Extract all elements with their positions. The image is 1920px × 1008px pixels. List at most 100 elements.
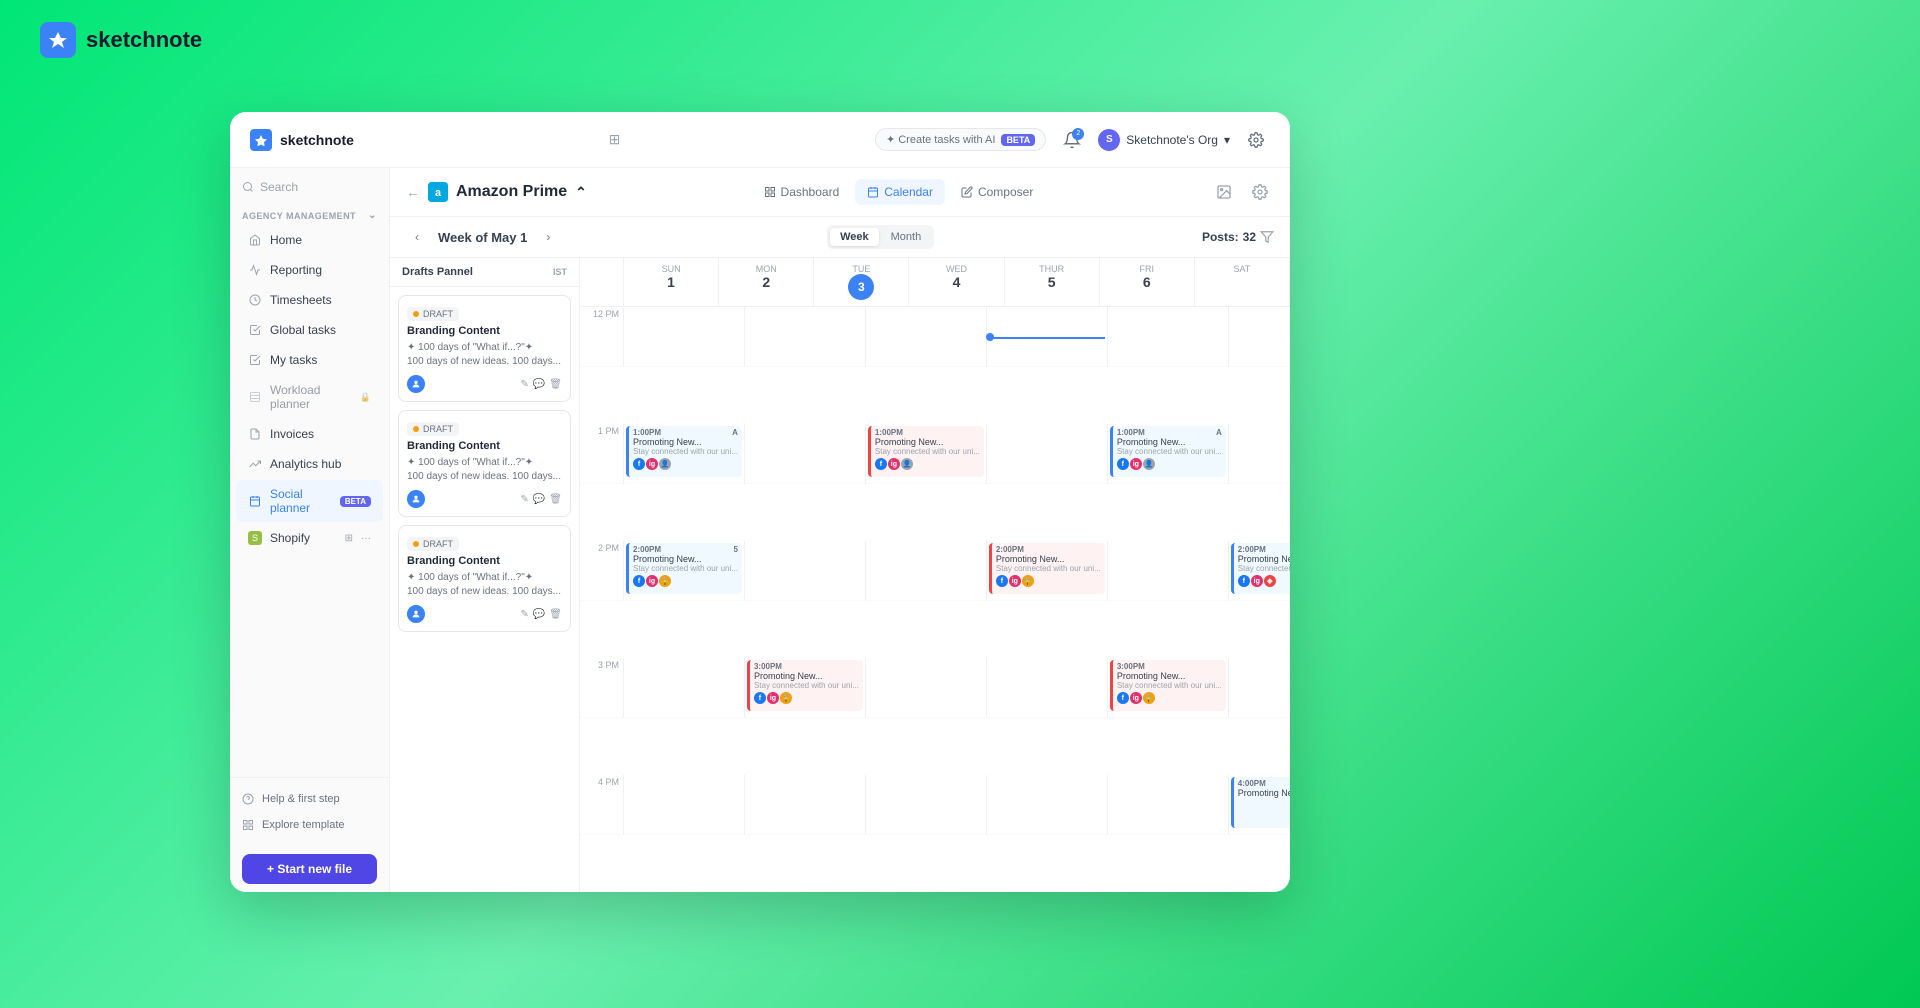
cal-cell-thu-12pm[interactable] [1108, 307, 1229, 367]
event-desc: Stay connected with our uni... [633, 564, 738, 573]
sidebar-item-social-planner[interactable]: Social planner BETA [236, 480, 383, 522]
edit-icon[interactable]: ✎ [520, 379, 528, 390]
cal-cell-fri-4pm[interactable]: 4:00PM A Promoting New... [1229, 775, 1290, 835]
cal-cell-wed-3pm[interactable] [987, 658, 1108, 718]
cal-cell-mon-3pm[interactable]: 3:00PM Promoting New... Stay connected w… [745, 658, 866, 718]
tab-dashboard[interactable]: Dashboard [752, 179, 852, 205]
settings2-icon-btn[interactable] [1246, 178, 1274, 206]
time-slot-1pm: 1 PM [580, 424, 624, 484]
sidebar-item-timesheets[interactable]: Timesheets [236, 286, 383, 314]
cal-cell-mon-1pm[interactable] [745, 424, 866, 484]
sidebar-item-analytics[interactable]: Analytics hub [236, 450, 383, 478]
cal-cell-fri-2pm[interactable]: 2:00PM A Promoting New... Stay connected… [1229, 541, 1290, 601]
edit-icon[interactable]: ✎ [520, 494, 528, 505]
person-avatar: 👤 [659, 458, 671, 470]
cal-event-sun-1pm[interactable]: 1:00PM A Promoting New... Stay connected… [626, 426, 742, 477]
calendar-area: Drafts Pannel IST DRAFT Branding Content… [390, 258, 1290, 892]
social-planner-icon [248, 494, 262, 508]
month-view-button[interactable]: Month [881, 228, 932, 246]
workload-icon [248, 390, 262, 404]
sidebar-item-shopify[interactable]: S Shopify ⊞ ··· [236, 524, 383, 552]
cal-cell-mon-2pm[interactable] [745, 541, 866, 601]
photo-icon-btn[interactable] [1210, 178, 1238, 206]
sidebar: Search AGENCY MANAGEMENT ⌄ Home [230, 168, 390, 892]
start-new-file-button[interactable]: + Start new file [242, 854, 377, 884]
cal-cell-fri-3pm[interactable] [1229, 658, 1290, 718]
cal-event-thu-1pm[interactable]: 1:00PM A Promoting New... Stay connected… [1110, 426, 1226, 477]
edit-icon[interactable]: ✎ [520, 609, 528, 620]
cal-cell-thu-1pm[interactable]: 1:00PM A Promoting New... Stay connected… [1108, 424, 1229, 484]
cal-event-mon-3pm[interactable]: 3:00PM Promoting New... Stay connected w… [747, 660, 863, 711]
cal-cell-fri-1pm[interactable] [1229, 424, 1290, 484]
channel-selector[interactable]: ← a Amazon Prime ⌃ [406, 182, 587, 202]
sidebar-item-global-tasks[interactable]: Global tasks [236, 316, 383, 344]
event-time: 2:00PM [996, 545, 1101, 554]
sidebar-item-invoices[interactable]: Invoices [236, 420, 383, 448]
event-desc: Stay connected with our uni... [1117, 681, 1222, 690]
cal-cell-mon-4pm[interactable] [745, 775, 866, 835]
search-button[interactable]: Search [230, 168, 389, 202]
org-name: Sketchnote's Org [1126, 133, 1218, 147]
cal-cell-fri-12pm[interactable] [1229, 307, 1290, 367]
comment-icon[interactable]: 💬 [533, 494, 545, 505]
delete-icon[interactable]: 🗑 [549, 494, 562, 505]
cal-cell-sun-1pm[interactable]: 1:00PM A Promoting New... Stay connected… [624, 424, 745, 484]
beta-tag: BETA [1001, 134, 1035, 146]
cal-cell-thu-3pm[interactable]: 3:00PM Promoting New... Stay connected w… [1108, 658, 1229, 718]
tab-composer[interactable]: Composer [949, 179, 1045, 205]
cal-event-fri-2pm[interactable]: 2:00PM A Promoting New... Stay connected… [1231, 543, 1290, 594]
cal-cell-tue-3pm[interactable] [866, 658, 987, 718]
cal-cell-thu-2pm[interactable] [1108, 541, 1229, 601]
tab-calendar[interactable]: Calendar [855, 179, 945, 205]
draft-card[interactable]: DRAFT Branding Content ✦ 100 days of "Wh… [398, 410, 571, 517]
cal-cell-tue-4pm[interactable] [866, 775, 987, 835]
week-view-button[interactable]: Week [830, 228, 879, 246]
event-time: 1:00PM [875, 428, 980, 437]
day-header-mon: MON 2 [719, 258, 814, 306]
cal-cell-wed-4pm[interactable] [987, 775, 1108, 835]
window-logo-icon [250, 129, 272, 151]
draft-title: Branding Content [407, 440, 562, 452]
cal-cell-tue-2pm[interactable] [866, 541, 987, 601]
explore-template-button[interactable]: Explore template [230, 812, 389, 838]
draft-card[interactable]: DRAFT Branding Content ✦ 100 days of "Wh… [398, 295, 571, 402]
event-time: 3:00PM [1117, 662, 1222, 671]
comment-icon[interactable]: 💬 [533, 379, 545, 390]
cal-event-tue-1pm[interactable]: 1:00PM Promoting New... Stay connected w… [868, 426, 984, 477]
cal-cell-tue-1pm[interactable]: 1:00PM Promoting New... Stay connected w… [866, 424, 987, 484]
comment-icon[interactable]: 💬 [533, 609, 545, 620]
time-slot-3pm: 3 PM [580, 658, 624, 718]
settings-icon-btn[interactable] [1242, 126, 1270, 154]
sidebar-item-my-tasks[interactable]: My tasks [236, 346, 383, 374]
notification-button[interactable]: 2 [1058, 126, 1086, 154]
help-button[interactable]: Help & first step [230, 786, 389, 812]
cal-cell-tue-12pm[interactable] [866, 307, 987, 367]
cal-event-thu-3pm[interactable]: 3:00PM Promoting New... Stay connected w… [1110, 660, 1226, 711]
instagram-avatar: ig [646, 458, 658, 470]
sidebar-item-workload[interactable]: Workload planner 🔒 [236, 376, 383, 418]
channel-name: Amazon Prime [456, 183, 567, 201]
cal-event-wed-2pm[interactable]: 2:00PM Promoting New... Stay connected w… [989, 543, 1105, 594]
sidebar-item-home[interactable]: Home [236, 226, 383, 254]
next-week-button[interactable]: › [537, 226, 559, 248]
prev-week-button[interactable]: ‹ [406, 226, 428, 248]
cal-cell-wed-1pm[interactable] [987, 424, 1108, 484]
cal-cell-thu-4pm[interactable] [1108, 775, 1229, 835]
cal-cell-wed-2pm[interactable]: 2:00PM Promoting New... Stay connected w… [987, 541, 1108, 601]
cal-cell-wed-12pm[interactable] [987, 307, 1108, 367]
cal-cell-sun-2pm[interactable]: 2:00PM 5 Promoting New... Stay connected… [624, 541, 745, 601]
grid-icon-btn[interactable]: ⊞ [600, 126, 628, 154]
cal-cell-mon-12pm[interactable] [745, 307, 866, 367]
cal-cell-sun-12pm[interactable] [624, 307, 745, 367]
cal-cell-sun-4pm[interactable] [624, 775, 745, 835]
delete-icon[interactable]: 🗑 [549, 609, 562, 620]
cal-event-sun-2pm[interactable]: 2:00PM 5 Promoting New... Stay connected… [626, 543, 742, 594]
draft-card[interactable]: DRAFT Branding Content ✦ 100 days of "Wh… [398, 525, 571, 632]
sidebar-item-reporting[interactable]: Reporting [236, 256, 383, 284]
cal-event-fri-4pm[interactable]: 4:00PM A Promoting New... [1231, 777, 1290, 828]
draft-avatar [407, 605, 425, 623]
delete-icon[interactable]: 🗑 [549, 379, 562, 390]
cal-cell-sun-3pm[interactable] [624, 658, 745, 718]
org-selector[interactable]: S Sketchnote's Org ▾ [1098, 129, 1230, 151]
ai-badge[interactable]: ✦ Create tasks with AI BETA [875, 128, 1046, 151]
